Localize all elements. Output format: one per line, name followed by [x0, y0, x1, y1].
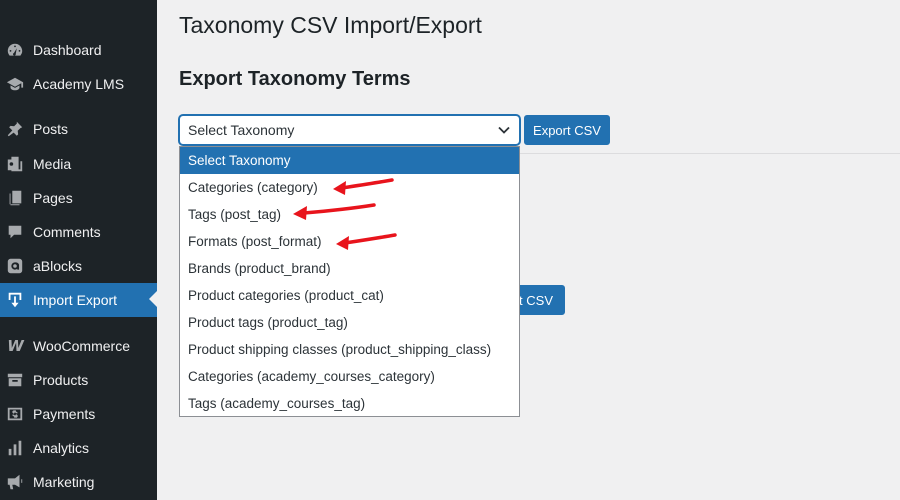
sidebar-item-label: Analytics [33, 440, 90, 456]
dropdown-option[interactable]: Select Taxonomy [180, 147, 519, 174]
dropdown-option[interactable]: Categories (academy_courses_category) [180, 363, 519, 390]
sidebar-item-label: Dashboard [33, 42, 102, 58]
sidebar-item-label: Posts [33, 121, 69, 137]
section-title: Export Taxonomy Terms [179, 68, 411, 90]
dropdown-option[interactable]: Tags (academy_courses_tag) [180, 390, 519, 417]
sidebar-item-label: Comments [33, 224, 101, 240]
sidebar-item-label: Media [33, 156, 72, 172]
dashboard-icon [5, 40, 25, 60]
taxonomy-select[interactable]: Select Taxonomy [179, 115, 520, 145]
taxonomy-dropdown-list: Select Taxonomy Categories (category) Ta… [179, 146, 520, 417]
chevron-down-icon [498, 126, 510, 134]
sidebar-item-label: aBlocks [33, 258, 83, 274]
sidebar-item-label: Import Export [33, 292, 118, 308]
comment-icon [5, 222, 25, 242]
sidebar-item-import-export[interactable]: Import Export [0, 283, 157, 317]
pin-icon [5, 119, 25, 139]
graduation-cap-icon [5, 74, 25, 94]
sidebar-item-label: Products [33, 372, 89, 388]
sidebar-item-products[interactable]: Products [0, 363, 157, 397]
dropdown-option[interactable]: Formats (post_format) [180, 228, 519, 255]
sidebar-item-ablocks[interactable]: aBlocks [0, 249, 157, 283]
pages-icon [5, 188, 25, 208]
megaphone-icon [5, 472, 25, 492]
taxonomy-select-value: Select Taxonomy [188, 122, 295, 138]
sidebar-item-dashboard[interactable]: Dashboard [0, 33, 157, 67]
dropdown-option[interactable]: Product categories (product_cat) [180, 282, 519, 309]
sidebar-item-woocommerce[interactable]: W WooCommerce [0, 329, 157, 363]
media-icon [5, 154, 25, 174]
sidebar-item-marketing[interactable]: Marketing [0, 465, 157, 499]
dropdown-option[interactable]: Brands (product_brand) [180, 255, 519, 282]
ablocks-icon [5, 256, 25, 276]
import-export-icon [5, 290, 25, 310]
page-title: Taxonomy CSV Import/Export [179, 12, 482, 38]
dropdown-option[interactable]: Categories (category) [180, 174, 519, 201]
dropdown-option[interactable]: Product tags (product_tag) [180, 309, 519, 336]
chart-bar-icon [5, 438, 25, 458]
sidebar-item-label: Marketing [33, 474, 95, 490]
sidebar-item-label: Payments [33, 406, 96, 422]
sidebar-item-media[interactable]: Media [0, 147, 157, 181]
sidebar-item-payments[interactable]: Payments [0, 397, 157, 431]
sidebar-item-label: Academy LMS [33, 76, 125, 92]
sidebar-item-analytics[interactable]: Analytics [0, 431, 157, 465]
sidebar-item-label: Pages [33, 190, 73, 206]
payments-icon [5, 404, 25, 424]
dropdown-option[interactable]: Tags (post_tag) [180, 201, 519, 228]
export-csv-button[interactable]: Export CSV [524, 115, 610, 145]
dropdown-option[interactable]: Product shipping classes (product_shippi… [180, 336, 519, 363]
sidebar-item-posts[interactable]: Posts [0, 112, 157, 146]
sidebar-item-label: WooCommerce [33, 338, 130, 354]
woocommerce-icon: W [7, 337, 24, 355]
archive-icon [5, 370, 25, 390]
sidebar-item-pages[interactable]: Pages [0, 181, 157, 215]
sidebar-item-comments[interactable]: Comments [0, 215, 157, 249]
admin-sidebar: Dashboard Academy LMS Posts Media Pages … [0, 0, 157, 500]
sidebar-item-academy-lms[interactable]: Academy LMS [0, 67, 157, 101]
